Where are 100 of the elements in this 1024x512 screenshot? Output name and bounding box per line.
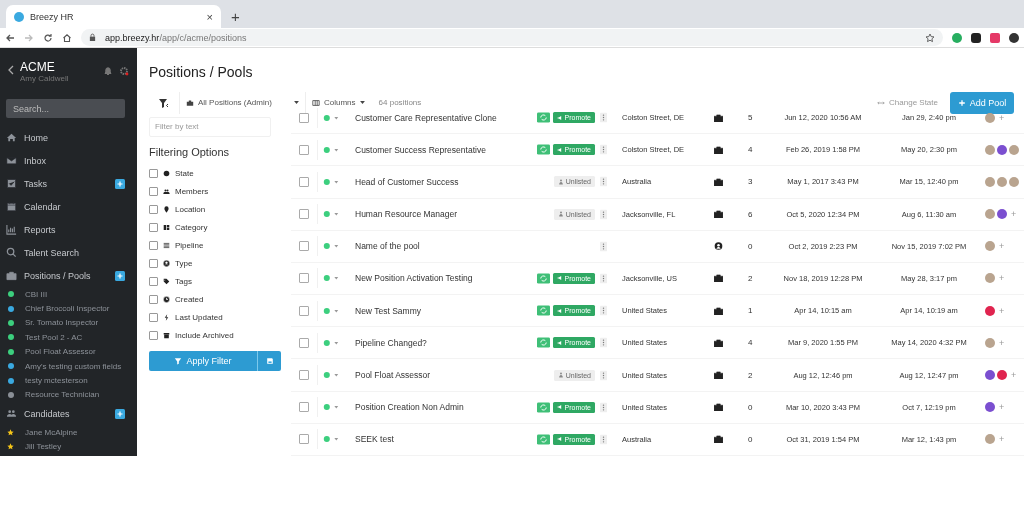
filter-checkbox[interactable]	[149, 277, 158, 287]
row-checkbox[interactable]	[299, 112, 309, 123]
more-options-icon[interactable]	[600, 176, 607, 188]
bookmark-star-icon[interactable]	[925, 32, 935, 43]
profile-icon[interactable]	[1009, 32, 1019, 43]
position-name[interactable]: Head of Customer Success	[355, 176, 515, 187]
member-avatar[interactable]	[985, 370, 995, 381]
filter-text-field[interactable]: Filter by text	[149, 116, 271, 137]
filter-checkbox[interactable]	[149, 259, 158, 269]
position-name[interactable]: Name of the pool	[355, 241, 515, 252]
sync-icon[interactable]	[536, 337, 550, 349]
back-chevron-icon[interactable]	[8, 65, 14, 75]
extension-icon[interactable]	[971, 32, 981, 43]
address-field[interactable]: app.breezy.hr/app/c/acme/positions	[81, 29, 943, 46]
filter-checkbox[interactable]	[149, 187, 158, 197]
row-checkbox[interactable]	[299, 337, 309, 348]
sidebar-item[interactable]: Jane McAlpine	[25, 427, 78, 437]
position-name[interactable]: SEEK test	[355, 434, 515, 445]
position-name[interactable]: New Test Sammy	[355, 305, 515, 316]
more-options-icon[interactable]	[600, 401, 607, 413]
row-checkbox[interactable]	[299, 144, 309, 155]
position-name[interactable]: Human Resource Manager	[355, 209, 515, 220]
nav-item[interactable]: Calendar	[24, 201, 125, 212]
more-options-icon[interactable]	[600, 305, 607, 317]
browser-tab[interactable]: Breezy HR ×	[6, 5, 221, 28]
member-avatar[interactable]	[997, 144, 1007, 155]
save-filter-button[interactable]	[257, 350, 281, 371]
row-checkbox[interactable]	[299, 176, 309, 187]
add-member-button[interactable]: +	[1011, 209, 1017, 220]
add-pool-button[interactable]: Add Pool	[950, 91, 1014, 114]
nav-item[interactable]: Candidates	[24, 408, 108, 419]
more-options-icon[interactable]	[600, 144, 607, 156]
more-options-icon[interactable]	[600, 240, 607, 252]
filter-checkbox[interactable]	[149, 241, 158, 251]
more-options-icon[interactable]	[600, 208, 607, 220]
row-checkbox[interactable]	[299, 241, 309, 252]
sync-icon[interactable]	[536, 144, 550, 156]
nav-item[interactable]: Positions / Pools	[24, 270, 108, 281]
sync-icon[interactable]	[536, 433, 550, 445]
sidebar-item[interactable]: Pool Float Assessor	[25, 347, 96, 357]
filter-checkbox[interactable]	[149, 223, 158, 233]
add-icon[interactable]	[115, 408, 125, 419]
add-member-button[interactable]: +	[999, 305, 1005, 316]
sidebar-item[interactable]: Chief Broccoli Inspector	[25, 304, 110, 314]
sidebar-item[interactable]: Test Pool 2 - AC	[25, 332, 83, 342]
nav-item[interactable]: Inbox	[24, 155, 125, 166]
member-avatar[interactable]	[997, 209, 1007, 220]
settings-icon[interactable]	[119, 66, 129, 76]
row-checkbox[interactable]	[299, 209, 309, 220]
avatar-placeholder[interactable]	[1009, 176, 1019, 187]
add-member-button[interactable]: +	[999, 241, 1005, 252]
row-checkbox[interactable]	[299, 273, 309, 284]
reload-icon[interactable]	[43, 32, 53, 43]
add-member-button[interactable]: +	[1011, 370, 1017, 381]
home-icon[interactable]	[62, 32, 72, 43]
avatar-placeholder[interactable]	[985, 337, 995, 348]
avatar-placeholder[interactable]	[997, 176, 1007, 187]
filter-checkbox[interactable]	[149, 313, 158, 323]
close-tab-button[interactable]: ×	[206, 10, 213, 23]
filter-checkbox[interactable]	[149, 169, 158, 179]
more-options-icon[interactable]	[600, 433, 607, 445]
forward-icon[interactable]	[24, 32, 34, 43]
sync-icon[interactable]	[536, 112, 550, 124]
position-name[interactable]: Customer Success Representative	[355, 144, 515, 155]
nav-item[interactable]: Reports	[24, 224, 125, 235]
row-checkbox[interactable]	[299, 305, 309, 316]
row-checkbox[interactable]	[299, 434, 309, 445]
more-options-icon[interactable]	[600, 337, 607, 349]
position-name[interactable]: Position Creation Non Admin	[355, 402, 515, 413]
position-name[interactable]: Pipeline Changed?	[355, 337, 515, 348]
member-avatar[interactable]	[985, 305, 995, 316]
row-checkbox[interactable]	[299, 370, 309, 381]
more-options-icon[interactable]	[600, 369, 607, 381]
nav-item[interactable]: Talent Search	[24, 247, 125, 258]
change-state-button[interactable]: Change State	[871, 91, 944, 114]
search-field[interactable]: Search...	[6, 99, 125, 118]
avatar-placeholder[interactable]	[1009, 144, 1019, 155]
apply-filter-button[interactable]: Apply Filter	[149, 350, 257, 371]
position-name[interactable]: Pool Float Assessor	[355, 370, 515, 381]
more-options-icon[interactable]	[600, 112, 607, 124]
avatar-placeholder[interactable]	[985, 273, 995, 284]
sync-icon[interactable]	[536, 401, 550, 413]
add-member-button[interactable]: +	[999, 273, 1005, 284]
avatar-placeholder[interactable]	[985, 144, 995, 155]
bell-icon[interactable]	[103, 66, 113, 76]
new-tab-button[interactable]: +	[227, 5, 244, 28]
sidebar-item[interactable]: Sr. Tomato Inspector	[25, 318, 99, 328]
sync-icon[interactable]	[536, 305, 550, 317]
sidebar-item[interactable]: CBI III	[25, 289, 48, 299]
avatar-placeholder[interactable]	[985, 209, 995, 220]
columns-dropdown[interactable]: Columns	[306, 91, 371, 114]
sidebar-item[interactable]: Jill Testley	[25, 442, 62, 452]
back-icon[interactable]	[5, 32, 15, 43]
avatar-placeholder[interactable]	[985, 241, 995, 252]
sidebar-item[interactable]: Resource Technician	[25, 390, 100, 400]
more-options-icon[interactable]	[600, 272, 607, 284]
avatar-placeholder[interactable]	[985, 112, 995, 123]
add-member-button[interactable]: +	[999, 337, 1005, 348]
avatar-placeholder[interactable]	[985, 176, 995, 187]
add-icon[interactable]	[115, 270, 125, 281]
